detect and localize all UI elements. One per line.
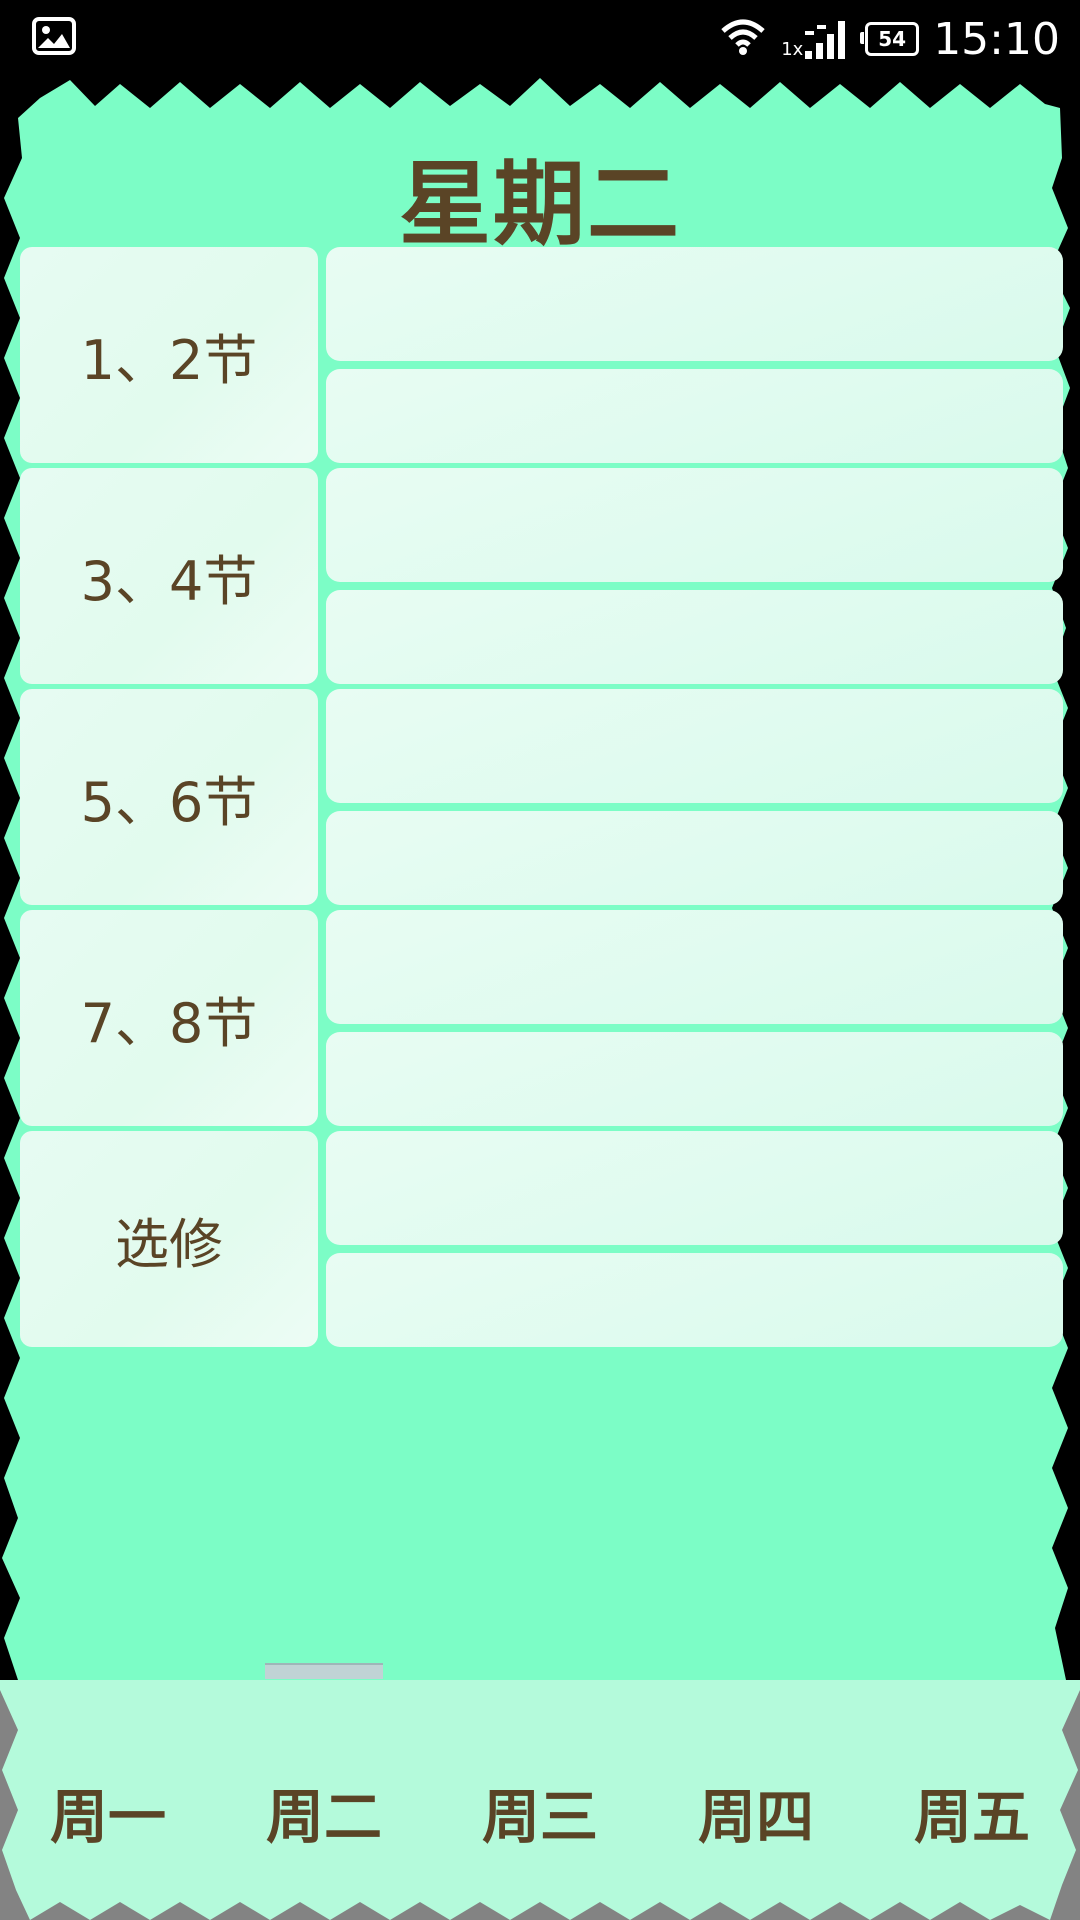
- course-slot[interactable]: [326, 247, 1063, 361]
- period-label: 1、2节: [20, 247, 318, 463]
- course-slot[interactable]: [326, 590, 1063, 684]
- schedule-row: 3、4节: [20, 468, 1065, 684]
- tab-monday[interactable]: 周一: [0, 1770, 216, 1854]
- tab-wednesday[interactable]: 周三: [432, 1770, 648, 1854]
- tab-friday[interactable]: 周五: [864, 1770, 1080, 1854]
- tab-thursday[interactable]: 周四: [648, 1770, 864, 1854]
- course-slot[interactable]: [326, 1032, 1063, 1126]
- course-slot[interactable]: [326, 910, 1063, 1024]
- course-slot[interactable]: [326, 811, 1063, 905]
- signal-icon: 1x: [781, 17, 851, 61]
- period-label: 7、8节: [20, 910, 318, 1126]
- wifi-icon: [719, 17, 767, 61]
- day-tabs: 周一 周二 周三 周四 周五: [0, 1680, 1080, 1920]
- tab-tuesday[interactable]: 周二: [216, 1770, 432, 1854]
- course-slot[interactable]: [326, 369, 1063, 463]
- page-title: 星期二: [398, 151, 681, 258]
- course-slot[interactable]: [326, 1253, 1063, 1347]
- course-slot[interactable]: [326, 1131, 1063, 1245]
- period-label: 5、6节: [20, 689, 318, 905]
- schedule-row: 7、8节: [20, 910, 1065, 1126]
- period-label: 3、4节: [20, 468, 318, 684]
- status-bar: 1x 54 15:10: [0, 0, 1080, 78]
- period-label: 选修: [20, 1131, 318, 1347]
- image-icon: [32, 16, 76, 56]
- schedule-row: 1、2节: [20, 247, 1065, 463]
- course-slot[interactable]: [326, 689, 1063, 803]
- status-time: 15:10: [933, 13, 1060, 65]
- schedule-row: 选修: [20, 1131, 1065, 1347]
- course-slot[interactable]: [326, 468, 1063, 582]
- schedule-row: 5、6节: [20, 689, 1065, 905]
- battery-indicator: 54: [860, 22, 920, 56]
- selected-tab-indicator: [265, 1663, 383, 1679]
